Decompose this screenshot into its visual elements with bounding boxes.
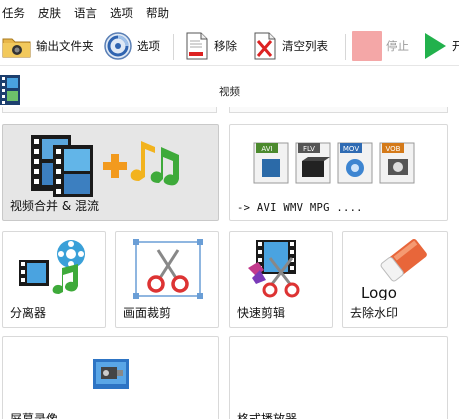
remove-label: 移除	[214, 39, 237, 53]
crop-scissors-icon	[133, 239, 203, 299]
badge-avi: AVI	[261, 145, 272, 153]
remove-document-icon	[186, 32, 208, 60]
badge-vob: VOB	[386, 145, 401, 153]
video-join-icon	[31, 135, 179, 197]
remove-button[interactable]: 移除	[184, 30, 237, 62]
tile-label: 快速剪辑	[237, 306, 286, 320]
category-title: 视频	[219, 86, 240, 98]
quick-cut-icon	[248, 240, 300, 298]
tile-crop[interactable]: 画面裁剪	[115, 231, 219, 328]
toolbar-separator	[345, 34, 346, 60]
tile-remove-watermark[interactable]: Logo 去除水印	[342, 231, 448, 328]
screen-record-icon	[93, 359, 129, 389]
tile-splitter[interactable]: 分离器	[2, 231, 106, 328]
tile-quick-cut[interactable]: 快速剪辑	[229, 231, 333, 328]
tile-video-join-mix[interactable]: 视频合并 & 混流	[2, 124, 219, 221]
menu-skin[interactable]: 皮肤	[37, 3, 62, 23]
output-folder-label: 输出文件夹	[36, 39, 94, 53]
splitter-icon	[19, 240, 85, 294]
menu-bar: 任务 皮肤 语言 选项 帮助	[0, 0, 459, 26]
tile-label: 格式播放器	[237, 412, 298, 419]
options-label: 选项	[137, 39, 160, 53]
tile-format-convert[interactable]: AVI FLV MOV VOB -> AVI WMV MPG ....	[229, 124, 448, 221]
start-label: 开	[452, 39, 459, 53]
stop-label: 停止	[386, 39, 409, 53]
clear-list-button[interactable]: 清空列表	[252, 30, 328, 62]
tile-label: 画面裁剪	[123, 306, 172, 320]
clear-list-label: 清空列表	[282, 39, 328, 53]
start-button[interactable]: 开	[422, 30, 459, 62]
play-icon	[425, 33, 446, 59]
menu-help[interactable]: 帮助	[145, 3, 170, 23]
tile-format-player[interactable]: 格式播放器	[229, 336, 448, 419]
tile-partial	[229, 107, 448, 113]
tile-label: 去除水印	[350, 306, 399, 320]
tile-label: 视频合并 & 混流	[10, 199, 99, 213]
tile-label: 分离器	[10, 306, 47, 320]
menu-language[interactable]: 语言	[73, 3, 98, 23]
clear-list-icon	[254, 32, 276, 60]
logo-text: Logo	[361, 284, 397, 300]
stop-icon	[352, 31, 382, 61]
stop-button[interactable]: 停止	[352, 30, 409, 62]
menu-task[interactable]: 任务	[1, 3, 26, 23]
folder-icon	[2, 38, 31, 58]
format-badges-icon: AVI FLV MOV VOB	[253, 142, 415, 184]
category-strip: 视频	[0, 67, 459, 109]
output-folder-button[interactable]: 输出文件夹	[2, 30, 94, 62]
options-button[interactable]: 选项	[103, 30, 160, 62]
options-globe-icon	[104, 32, 132, 60]
eraser-logo-icon: Logo	[361, 238, 427, 300]
badge-mov: MOV	[343, 145, 359, 153]
tile-label: -> AVI WMV MPG ....	[237, 202, 363, 214]
menu-options[interactable]: 选项	[109, 3, 134, 23]
badge-flv: FLV	[303, 145, 315, 153]
toolbar-separator	[173, 34, 174, 60]
toolbar: 输出文件夹 选项 移除 清空列表 停止 开	[0, 26, 459, 66]
tile-screen-record[interactable]: 屏幕录像	[2, 336, 219, 419]
tile-label: 屏幕录像	[10, 412, 59, 419]
tile-partial	[2, 107, 217, 113]
